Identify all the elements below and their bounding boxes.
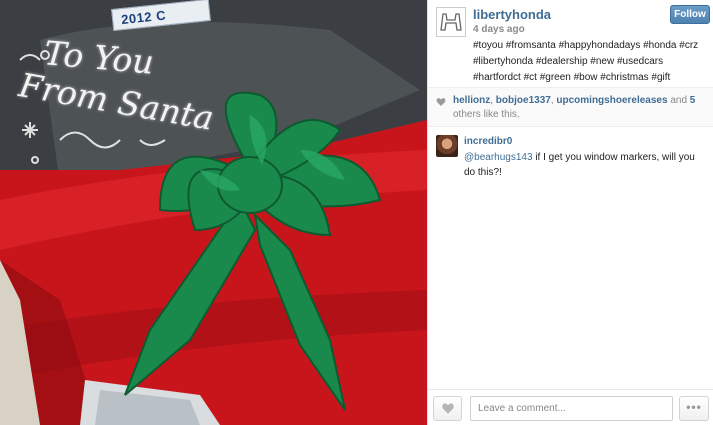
liker-link[interactable]: bobjoe1337 xyxy=(496,95,551,106)
comment-item: incredibr0 @bearhugs143 if I get you win… xyxy=(428,130,713,190)
post-caption: #toyou #fromsanta #happyhondadays #honda… xyxy=(473,40,699,83)
honda-h-icon xyxy=(440,13,462,31)
heart-icon xyxy=(441,403,454,414)
post-details-panel: libertyhonda 4 days ago #toyou #fromsant… xyxy=(427,0,713,425)
post-photo[interactable]: 2012 C To You From Santa xyxy=(0,0,427,425)
honda-logo-avatar[interactable] xyxy=(436,7,466,37)
follow-button[interactable]: Follow xyxy=(670,5,710,24)
commenter-avatar[interactable] xyxy=(436,135,458,157)
commenter-username[interactable]: incredibr0 xyxy=(464,136,512,147)
liker-link[interactable]: hellionz xyxy=(453,95,490,106)
liker-link[interactable]: upcomingshoereleases xyxy=(556,95,667,106)
others-count-link[interactable]: 5 xyxy=(690,95,696,106)
comment-mention[interactable]: @bearhugs143 xyxy=(464,152,533,163)
comment-input[interactable] xyxy=(470,396,673,421)
comment-text: @bearhugs143 if I get you window markers… xyxy=(464,152,695,178)
heart-icon xyxy=(436,98,446,106)
post-username[interactable]: libertyhonda xyxy=(473,7,551,22)
post-header: libertyhonda 4 days ago #toyou #fromsant… xyxy=(428,0,713,86)
comment-footer: ••• xyxy=(428,389,713,425)
likes-section: hellionz, bobjoe1337, upcomingshoereleas… xyxy=(428,87,713,127)
like-button[interactable] xyxy=(433,396,462,421)
post-timestamp: 4 days ago xyxy=(473,24,525,35)
more-options-button[interactable]: ••• xyxy=(679,396,709,421)
likes-text: hellionz, bobjoe1337, upcomingshoereleas… xyxy=(453,95,696,120)
